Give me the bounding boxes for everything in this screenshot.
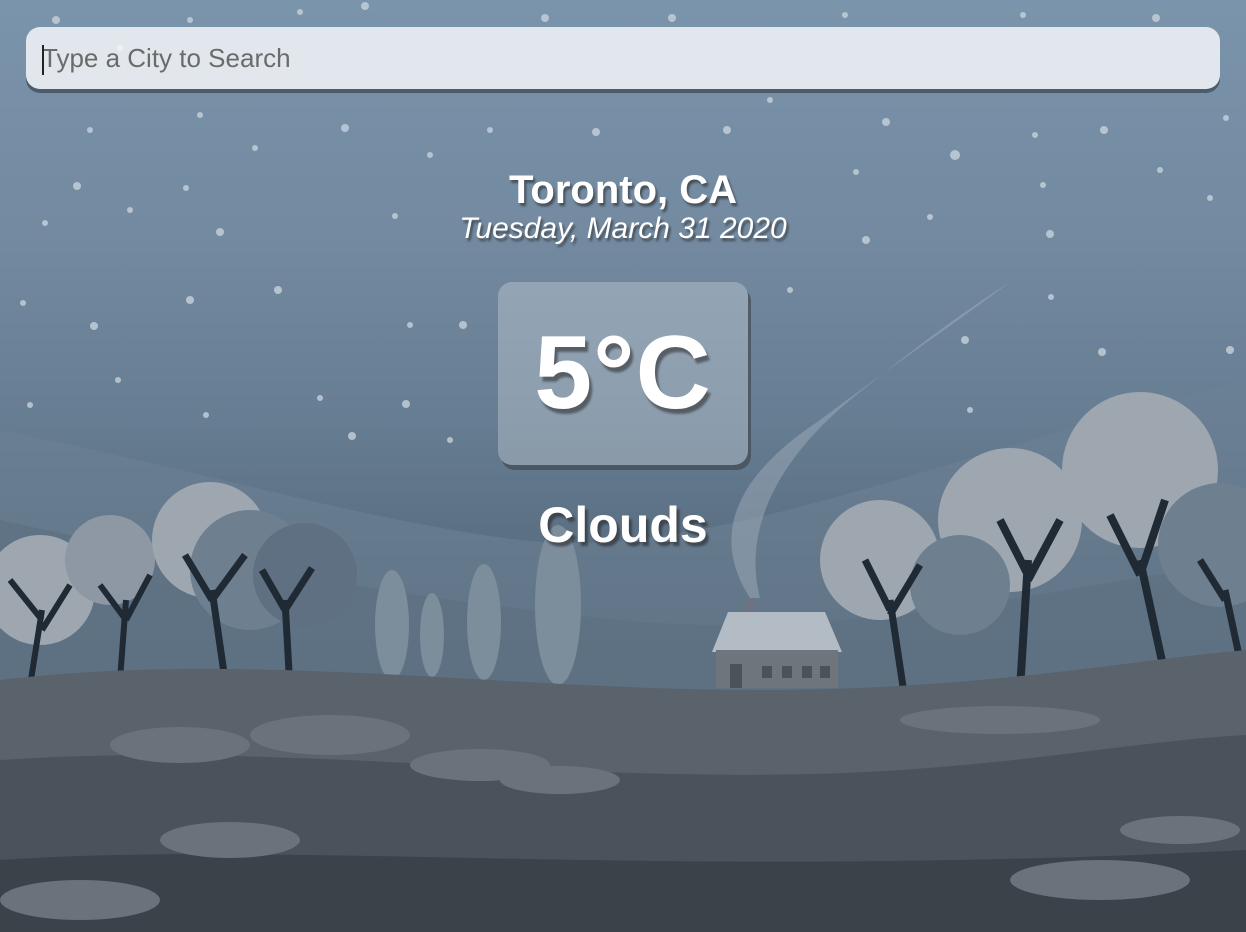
weather-condition: Clouds	[538, 497, 708, 553]
city-name: Toronto, CA	[508, 168, 738, 212]
winter-landscape-background	[0, 2, 1246, 932]
current-date: Tuesday, March 31 2020	[459, 212, 787, 245]
temperature-value: 5°C	[534, 315, 712, 431]
temperature-card: 5°C	[498, 282, 748, 465]
search-bar[interactable]	[26, 27, 1220, 89]
text-cursor	[42, 45, 44, 75]
location-panel: Toronto, CA Tuesday, March 31 2020	[0, 166, 1246, 246]
city-search-input[interactable]	[26, 27, 1220, 89]
